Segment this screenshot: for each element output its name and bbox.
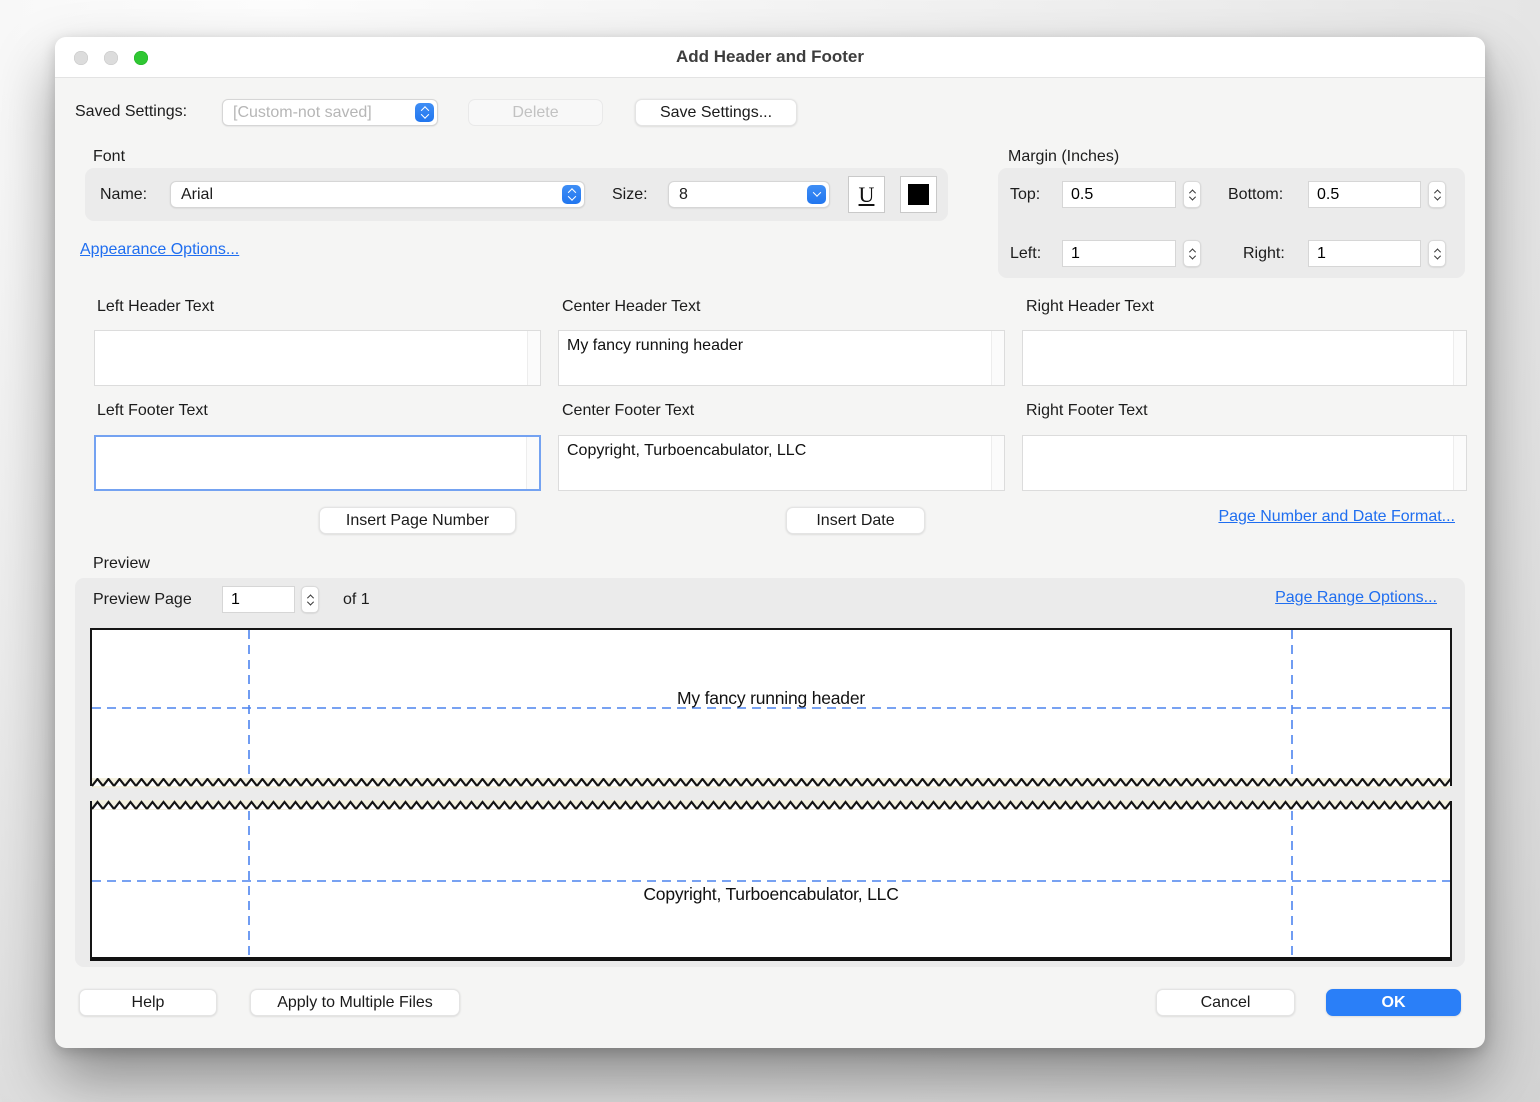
appearance-options-link[interactable]: Appearance Options... bbox=[80, 241, 239, 259]
right-header-input[interactable] bbox=[1022, 330, 1467, 386]
dialog-title: Add Header and Footer bbox=[676, 47, 864, 67]
right-footer-label: Right Footer Text bbox=[1026, 402, 1148, 420]
left-footer-label: Left Footer Text bbox=[97, 402, 208, 420]
chevron-up-down-icon bbox=[562, 185, 581, 204]
page-number-date-format-link[interactable]: Page Number and Date Format... bbox=[1218, 508, 1455, 526]
margin-top-input[interactable] bbox=[1062, 181, 1176, 208]
preview-page-input[interactable] bbox=[222, 586, 295, 613]
window-controls bbox=[74, 51, 148, 65]
margin-right-label: Right: bbox=[1243, 245, 1285, 263]
font-color-button[interactable] bbox=[900, 176, 937, 213]
underline-button[interactable]: U bbox=[848, 176, 885, 213]
margin-guides bbox=[92, 801, 1450, 955]
page-range-options-link[interactable]: Page Range Options... bbox=[1275, 589, 1437, 607]
margin-panel: Top: Bottom: Left: Right: bbox=[998, 168, 1465, 278]
insert-page-number-button[interactable]: Insert Page Number bbox=[319, 507, 516, 534]
margin-top-label: Top: bbox=[1010, 186, 1040, 204]
preview-page-footer-section: Copyright, Turboencabulator, LLC bbox=[90, 801, 1452, 961]
left-header-input[interactable] bbox=[94, 330, 541, 386]
center-header-input[interactable]: My fancy running header bbox=[558, 330, 1005, 386]
margin-right-stepper[interactable] bbox=[1428, 240, 1446, 267]
cancel-button[interactable]: Cancel bbox=[1156, 989, 1295, 1016]
preview-page-header-section: My fancy running header bbox=[90, 628, 1452, 786]
saved-settings-dropdown[interactable]: [Custom-not saved] bbox=[222, 99, 438, 126]
font-section-label: Font bbox=[93, 148, 125, 166]
margin-right-input[interactable] bbox=[1308, 240, 1421, 267]
margin-left-input[interactable] bbox=[1062, 240, 1176, 267]
saved-settings-label: Saved Settings: bbox=[75, 103, 187, 121]
add-header-footer-dialog: Add Header and Footer Saved Settings: [C… bbox=[55, 37, 1485, 1048]
margin-bottom-input[interactable] bbox=[1308, 181, 1421, 208]
font-size-value: 8 bbox=[679, 186, 807, 204]
underline-icon: U bbox=[859, 182, 875, 208]
margin-left-stepper[interactable] bbox=[1183, 240, 1201, 267]
center-footer-input[interactable]: Copyright, Turboencabulator, LLC bbox=[558, 435, 1005, 491]
saved-settings-value: [Custom-not saved] bbox=[233, 104, 415, 122]
preview-footer-text: Copyright, Turboencabulator, LLC bbox=[92, 884, 1450, 905]
font-panel: Name: Arial Size: 8 U bbox=[85, 168, 948, 221]
preview-page-of-label: of 1 bbox=[343, 591, 370, 609]
font-size-dropdown[interactable]: 8 bbox=[668, 181, 830, 208]
title-bar: Add Header and Footer bbox=[55, 37, 1485, 78]
font-size-label: Size: bbox=[612, 186, 648, 204]
right-footer-input[interactable] bbox=[1022, 435, 1467, 491]
minimize-window-icon[interactable] bbox=[104, 51, 118, 65]
margin-bottom-stepper[interactable] bbox=[1428, 181, 1446, 208]
margin-bottom-label: Bottom: bbox=[1228, 186, 1283, 204]
right-header-label: Right Header Text bbox=[1026, 298, 1154, 316]
center-header-label: Center Header Text bbox=[562, 298, 700, 316]
chevron-up-down-icon bbox=[415, 103, 434, 122]
help-button[interactable]: Help bbox=[79, 989, 217, 1016]
center-footer-label: Center Footer Text bbox=[562, 402, 694, 420]
chevron-down-icon bbox=[807, 185, 826, 204]
insert-date-button[interactable]: Insert Date bbox=[786, 507, 925, 534]
ok-button[interactable]: OK bbox=[1326, 989, 1461, 1016]
preview-header-text: My fancy running header bbox=[92, 688, 1450, 709]
margin-section-label: Margin (Inches) bbox=[1008, 148, 1119, 166]
close-window-icon[interactable] bbox=[74, 51, 88, 65]
font-name-label: Name: bbox=[100, 186, 147, 204]
zoom-window-icon[interactable] bbox=[134, 51, 148, 65]
left-header-label: Left Header Text bbox=[97, 298, 214, 316]
preview-page-label: Preview Page bbox=[93, 591, 192, 609]
font-name-value: Arial bbox=[181, 186, 562, 204]
apply-to-multiple-files-button[interactable]: Apply to Multiple Files bbox=[250, 989, 460, 1016]
margin-left-label: Left: bbox=[1010, 245, 1041, 263]
delete-settings-button[interactable]: Delete bbox=[468, 99, 603, 126]
margin-top-stepper[interactable] bbox=[1183, 181, 1201, 208]
left-footer-input[interactable] bbox=[94, 435, 541, 491]
preview-panel: Preview Page of 1 Page Range Options... … bbox=[75, 578, 1465, 967]
preview-page-stepper[interactable] bbox=[301, 586, 319, 613]
save-settings-button[interactable]: Save Settings... bbox=[635, 99, 797, 126]
page-tear-icon bbox=[92, 778, 1450, 788]
font-name-dropdown[interactable]: Arial bbox=[170, 181, 585, 208]
color-swatch-icon bbox=[908, 184, 929, 205]
preview-section-label: Preview bbox=[93, 555, 150, 573]
